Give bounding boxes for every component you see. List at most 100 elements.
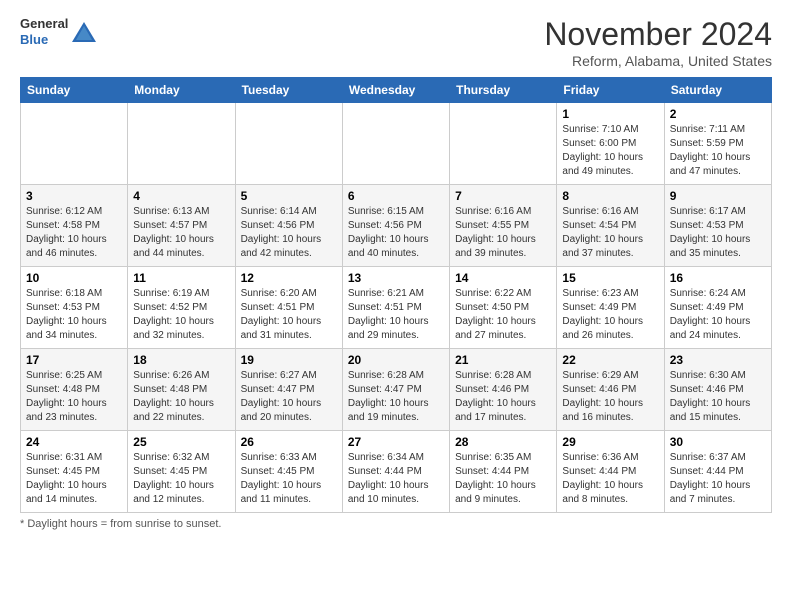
- calendar-cell: [235, 103, 342, 185]
- weekday-header: Thursday: [450, 78, 557, 103]
- day-info: Sunrise: 6:16 AMSunset: 4:54 PMDaylight:…: [562, 205, 658, 261]
- weekday-header: Saturday: [664, 78, 771, 103]
- day-info: Sunrise: 6:30 AMSunset: 4:46 PMDaylight:…: [670, 369, 766, 425]
- calendar-cell: [342, 103, 449, 185]
- day-info: Sunrise: 6:34 AMSunset: 4:44 PMDaylight:…: [348, 451, 444, 507]
- day-number: 26: [241, 435, 337, 449]
- day-info: Sunrise: 6:32 AMSunset: 4:45 PMDaylight:…: [133, 451, 229, 507]
- day-info: Sunrise: 6:36 AMSunset: 4:44 PMDaylight:…: [562, 451, 658, 507]
- calendar-cell: 12 Sunrise: 6:20 AMSunset: 4:51 PMDayligh…: [235, 267, 342, 349]
- day-info: Sunrise: 6:19 AMSunset: 4:52 PMDaylight:…: [133, 287, 229, 343]
- calendar-cell: 7 Sunrise: 6:16 AMSunset: 4:55 PMDaylight…: [450, 185, 557, 267]
- day-number: 16: [670, 271, 766, 285]
- day-number: 25: [133, 435, 229, 449]
- day-number: 20: [348, 353, 444, 367]
- day-number: 18: [133, 353, 229, 367]
- day-info: Sunrise: 7:11 AMSunset: 5:59 PMDaylight:…: [670, 123, 766, 179]
- calendar-cell: 1Sunrise: 7:10 AMSunset: 6:00 PMDaylight…: [557, 103, 664, 185]
- day-number: 5: [241, 189, 337, 203]
- calendar-week-row: 17 Sunrise: 6:25 AMSunset: 4:48 PMDayligh…: [21, 349, 772, 431]
- day-info: Sunrise: 6:21 AMSunset: 4:51 PMDaylight:…: [348, 287, 444, 343]
- calendar-cell: [21, 103, 128, 185]
- header: General Blue November 2024 Reform, Alaba…: [20, 16, 772, 69]
- day-number: 21: [455, 353, 551, 367]
- day-number: 2: [670, 107, 766, 121]
- calendar-cell: 30 Sunrise: 6:37 AMSunset: 4:44 PMDayligh…: [664, 431, 771, 513]
- calendar-week-row: 3 Sunrise: 6:12 AMSunset: 4:58 PMDaylight…: [21, 185, 772, 267]
- calendar-cell: [128, 103, 235, 185]
- day-info: Sunrise: 6:25 AMSunset: 4:48 PMDaylight:…: [26, 369, 122, 425]
- day-number: 29: [562, 435, 658, 449]
- weekday-row: SundayMondayTuesdayWednesdayThursdayFrid…: [21, 78, 772, 103]
- calendar-cell: 27Sunrise: 6:34 AMSunset: 4:44 PMDayligh…: [342, 431, 449, 513]
- calendar-week-row: 24Sunrise: 6:31 AMSunset: 4:45 PMDayligh…: [21, 431, 772, 513]
- month-title: November 2024: [544, 16, 772, 53]
- day-info: Sunrise: 6:12 AMSunset: 4:58 PMDaylight:…: [26, 205, 122, 261]
- calendar-cell: 5 Sunrise: 6:14 AMSunset: 4:56 PMDaylight…: [235, 185, 342, 267]
- logo-text: General Blue: [20, 16, 68, 47]
- footer-note: * Daylight hours = from sunrise to sunse…: [20, 518, 772, 530]
- calendar-cell: 21 Sunrise: 6:28 AMSunset: 4:46 PMDayligh…: [450, 349, 557, 431]
- logo-icon: [70, 18, 98, 46]
- day-info: Sunrise: 6:37 AMSunset: 4:44 PMDaylight:…: [670, 451, 766, 507]
- day-info: Sunrise: 6:28 AMSunset: 4:47 PMDaylight:…: [348, 369, 444, 425]
- day-number: 11: [133, 271, 229, 285]
- calendar-cell: 13 Sunrise: 6:21 AMSunset: 4:51 PMDayligh…: [342, 267, 449, 349]
- calendar-cell: 25 Sunrise: 6:32 AMSunset: 4:45 PMDayligh…: [128, 431, 235, 513]
- page: General Blue November 2024 Reform, Alaba…: [0, 0, 792, 540]
- day-number: 19: [241, 353, 337, 367]
- weekday-header: Tuesday: [235, 78, 342, 103]
- calendar-week-row: 1Sunrise: 7:10 AMSunset: 6:00 PMDaylight…: [21, 103, 772, 185]
- calendar-cell: 28Sunrise: 6:35 AMSunset: 4:44 PMDayligh…: [450, 431, 557, 513]
- weekday-header: Monday: [128, 78, 235, 103]
- weekday-header: Wednesday: [342, 78, 449, 103]
- day-number: 28: [455, 435, 551, 449]
- day-info: Sunrise: 6:27 AMSunset: 4:47 PMDaylight:…: [241, 369, 337, 425]
- calendar-header: SundayMondayTuesdayWednesdayThursdayFrid…: [21, 78, 772, 103]
- day-number: 8: [562, 189, 658, 203]
- calendar-cell: 10 Sunrise: 6:18 AMSunset: 4:53 PMDayligh…: [21, 267, 128, 349]
- calendar-cell: 3 Sunrise: 6:12 AMSunset: 4:58 PMDaylight…: [21, 185, 128, 267]
- day-number: 17: [26, 353, 122, 367]
- calendar-cell: 26 Sunrise: 6:33 AMSunset: 4:45 PMDayligh…: [235, 431, 342, 513]
- day-info: Sunrise: 6:29 AMSunset: 4:46 PMDaylight:…: [562, 369, 658, 425]
- day-number: 7: [455, 189, 551, 203]
- day-number: 12: [241, 271, 337, 285]
- calendar-cell: 4Sunrise: 6:13 AMSunset: 4:57 PMDaylight…: [128, 185, 235, 267]
- day-number: 6: [348, 189, 444, 203]
- calendar-cell: 17 Sunrise: 6:25 AMSunset: 4:48 PMDayligh…: [21, 349, 128, 431]
- day-number: 30: [670, 435, 766, 449]
- calendar-cell: [450, 103, 557, 185]
- day-number: 10: [26, 271, 122, 285]
- calendar: SundayMondayTuesdayWednesdayThursdayFrid…: [20, 77, 772, 513]
- day-number: 3: [26, 189, 122, 203]
- weekday-header: Friday: [557, 78, 664, 103]
- day-info: Sunrise: 6:18 AMSunset: 4:53 PMDaylight:…: [26, 287, 122, 343]
- day-info: Sunrise: 6:20 AMSunset: 4:51 PMDaylight:…: [241, 287, 337, 343]
- calendar-cell: 20 Sunrise: 6:28 AMSunset: 4:47 PMDayligh…: [342, 349, 449, 431]
- day-number: 22: [562, 353, 658, 367]
- day-info: Sunrise: 6:28 AMSunset: 4:46 PMDaylight:…: [455, 369, 551, 425]
- calendar-cell: 16 Sunrise: 6:24 AMSunset: 4:49 PMDayligh…: [664, 267, 771, 349]
- weekday-header: Sunday: [21, 78, 128, 103]
- day-info: Sunrise: 6:33 AMSunset: 4:45 PMDaylight:…: [241, 451, 337, 507]
- day-number: 23: [670, 353, 766, 367]
- calendar-cell: 8 Sunrise: 6:16 AMSunset: 4:54 PMDaylight…: [557, 185, 664, 267]
- calendar-cell: 24Sunrise: 6:31 AMSunset: 4:45 PMDayligh…: [21, 431, 128, 513]
- day-info: Sunrise: 6:14 AMSunset: 4:56 PMDaylight:…: [241, 205, 337, 261]
- calendar-cell: 6 Sunrise: 6:15 AMSunset: 4:56 PMDaylight…: [342, 185, 449, 267]
- title-area: November 2024 Reform, Alabama, United St…: [544, 16, 772, 69]
- logo-area: General Blue: [20, 16, 98, 47]
- day-number: 13: [348, 271, 444, 285]
- logo-line1: General: [20, 16, 68, 32]
- footer-note-text: Daylight hours: [27, 518, 97, 530]
- day-number: 4: [133, 189, 229, 203]
- calendar-cell: 9Sunrise: 6:17 AMSunset: 4:53 PMDaylight…: [664, 185, 771, 267]
- calendar-cell: 2 Sunrise: 7:11 AMSunset: 5:59 PMDaylight…: [664, 103, 771, 185]
- day-info: Sunrise: 6:23 AMSunset: 4:49 PMDaylight:…: [562, 287, 658, 343]
- day-number: 1: [562, 107, 658, 121]
- calendar-week-row: 10 Sunrise: 6:18 AMSunset: 4:53 PMDayligh…: [21, 267, 772, 349]
- day-info: Sunrise: 6:16 AMSunset: 4:55 PMDaylight:…: [455, 205, 551, 261]
- day-info: Sunrise: 6:24 AMSunset: 4:49 PMDaylight:…: [670, 287, 766, 343]
- day-info: Sunrise: 6:15 AMSunset: 4:56 PMDaylight:…: [348, 205, 444, 261]
